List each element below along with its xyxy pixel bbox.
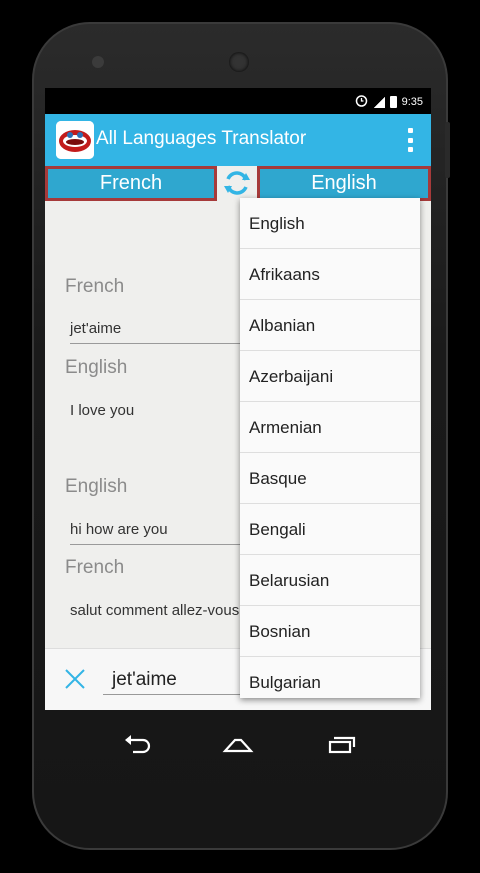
app-title: All Languages Translator [96, 128, 307, 149]
recents-icon[interactable] [325, 731, 359, 757]
status-bar: 9:35 [45, 88, 431, 114]
dropdown-option[interactable]: Armenian [240, 402, 420, 453]
dropdown-option[interactable]: Albanian [240, 300, 420, 351]
front-camera [229, 52, 249, 72]
power-button [445, 122, 450, 178]
dropdown-option[interactable]: Basque [240, 453, 420, 504]
screen: 9:35 All Languages Translator French Eng… [45, 88, 431, 710]
history-to-text[interactable]: I love you [70, 402, 134, 419]
history-to-text[interactable]: salut comment allez-vous [70, 602, 239, 619]
dropdown-option[interactable]: Bosnian [240, 606, 420, 657]
dropdown-option[interactable]: Azerbaijani [240, 351, 420, 402]
navigation-bar [45, 718, 431, 770]
dropdown-option[interactable]: Bulgarian [240, 657, 420, 698]
alarm-icon [355, 94, 368, 110]
battery-icon [389, 96, 397, 108]
home-icon[interactable] [221, 731, 255, 757]
dropdown-option[interactable]: Afrikaans [240, 249, 420, 300]
status-time: 9:35 [401, 96, 423, 108]
history-from-text[interactable]: hi how are you [70, 521, 168, 538]
history-from-text[interactable]: jet'aime [70, 320, 121, 337]
language-dropdown: English Afrikaans Albanian Azerbaijani A… [240, 198, 420, 698]
history-to-label: English [65, 357, 128, 378]
app-logo [56, 121, 94, 159]
source-language-button[interactable]: French [45, 166, 217, 201]
phone-sensor [92, 56, 104, 68]
app-bar: All Languages Translator [45, 114, 431, 166]
dropdown-option[interactable]: Belarusian [240, 555, 420, 606]
target-language-button[interactable]: English [257, 166, 431, 201]
swap-icon[interactable] [222, 168, 252, 198]
history-from-label: French [65, 276, 125, 297]
dropdown-option[interactable]: Bengali [240, 504, 420, 555]
history-from-label: English [65, 476, 128, 497]
language-bar: French English [45, 166, 431, 201]
signal-icon [372, 96, 385, 108]
overflow-menu-icon[interactable] [407, 128, 413, 152]
dropdown-option[interactable]: English [240, 198, 420, 249]
back-icon[interactable] [121, 731, 155, 757]
clear-icon[interactable] [63, 667, 87, 691]
text-input[interactable]: jet'aime [112, 669, 177, 691]
history-to-label: French [65, 557, 125, 578]
